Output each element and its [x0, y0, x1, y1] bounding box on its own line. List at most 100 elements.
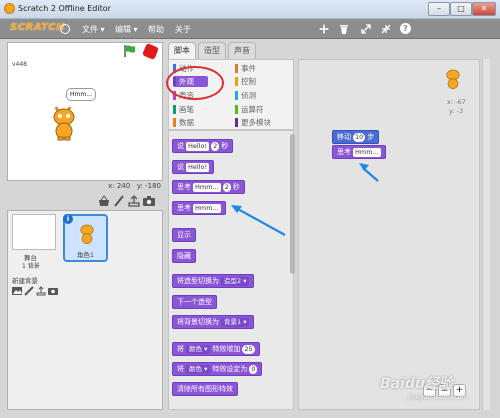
- change-effect-dropdown[interactable]: 颜色 ▾: [186, 344, 211, 354]
- switch-costume-value: 造型2: [224, 276, 242, 285]
- shrink-icon[interactable]: [380, 23, 392, 35]
- backdrop-upload-icon[interactable]: [36, 286, 46, 296]
- upload-icon[interactable]: [128, 195, 140, 207]
- set-effect-mid: 特效设定为: [212, 365, 248, 373]
- block-change-effect[interactable]: 将 颜色 ▾ 特效增加 25: [172, 342, 260, 356]
- maximize-button[interactable]: □: [450, 2, 472, 16]
- script-move-block[interactable]: 移动 10 步: [332, 130, 380, 144]
- close-button[interactable]: ✕: [472, 2, 496, 16]
- think-timed-label: 思考: [177, 183, 191, 191]
- block-switch-backdrop[interactable]: 将背景切换为 背景1 ▾: [172, 315, 255, 329]
- sprite-card[interactable]: i 角色1: [63, 214, 108, 262]
- think-timed-unit: 秒: [232, 183, 240, 191]
- set-effect-label: 将: [177, 365, 184, 373]
- menu-about[interactable]: 关于: [175, 24, 191, 35]
- x-value: 240: [116, 182, 131, 190]
- script-think-label: 思考: [337, 148, 351, 156]
- scratch-logo[interactable]: SCRATCH: [10, 22, 65, 33]
- menu-file-arrow: ▾: [100, 25, 105, 34]
- block-switch-costume[interactable]: 将造型切换为 造型2 ▾: [172, 274, 255, 288]
- say-text[interactable]: Hello!: [186, 162, 210, 172]
- set-effect-dropdown[interactable]: 颜色 ▾: [186, 364, 211, 374]
- category-operators[interactable]: 运算符: [235, 104, 264, 115]
- menu-help[interactable]: 帮助: [148, 24, 164, 35]
- block-show[interactable]: 显示: [172, 228, 196, 242]
- scripts-scrollbar[interactable]: [482, 59, 490, 410]
- script-think-block[interactable]: 思考 Hmm...: [332, 145, 386, 159]
- sprite-y: y: -3: [449, 107, 464, 115]
- speech-bubble: Hmm...: [66, 88, 96, 101]
- y-value: -180: [145, 182, 161, 190]
- block-think-timed[interactable]: 思考 Hmm... 2 秒: [172, 180, 245, 194]
- menu-edit[interactable]: 编辑 ▾: [115, 24, 138, 35]
- say-timed-unit: 秒: [221, 142, 229, 150]
- block-say[interactable]: 说 Hello!: [172, 160, 215, 174]
- delete-icon[interactable]: [338, 23, 350, 35]
- green-flag-icon[interactable]: [123, 44, 137, 58]
- grow-icon[interactable]: [360, 23, 372, 35]
- tab-costumes[interactable]: 造型: [198, 42, 226, 59]
- paint-brush-icon[interactable]: [113, 195, 125, 207]
- think-timed-secs[interactable]: 2: [222, 182, 231, 192]
- watermark-url: jingyan.baidu.com: [408, 393, 468, 401]
- block-palette: 说 Hello! 2 秒 说 Hello! 思考 Hmm... 2 秒 思考 H…: [168, 130, 294, 410]
- title-bar: Scratch 2 Offline Editor – □ ✕: [0, 0, 500, 19]
- change-effect-value[interactable]: 25: [242, 344, 255, 354]
- backdrop-library-icon[interactable]: [12, 286, 22, 296]
- block-say-timed[interactable]: 说 Hello! 2 秒: [172, 139, 234, 153]
- sprite-pane: 舞台 1 背景 新建背景 i 角色1: [7, 210, 163, 410]
- tab-sounds[interactable]: 声音: [228, 42, 256, 59]
- change-effect-mid: 特效增加: [212, 345, 241, 353]
- minimize-button[interactable]: –: [428, 2, 450, 16]
- think-text[interactable]: Hmm...: [193, 203, 221, 213]
- switch-costume-dropdown[interactable]: 造型2 ▾: [221, 276, 250, 286]
- block-clear-effects[interactable]: 清除所有图形特效: [172, 382, 238, 396]
- window-title: Scratch 2 Offline Editor: [18, 4, 111, 13]
- duplicate-icon[interactable]: [318, 23, 330, 35]
- scripts-area[interactable]: x: -67 y: -3 移动 10 步 思考 Hmm... − = +: [298, 59, 480, 410]
- category-control[interactable]: 控制: [235, 76, 256, 87]
- backdrop-count: 1 背景: [22, 263, 40, 270]
- move-value[interactable]: 10: [353, 132, 366, 142]
- category-data[interactable]: 数据: [173, 117, 194, 128]
- think-label: 思考: [177, 204, 191, 212]
- say-timed-text[interactable]: Hello!: [186, 141, 210, 151]
- globe-icon[interactable]: [60, 24, 70, 34]
- set-effect-value[interactable]: 0: [249, 364, 258, 374]
- annotation-blue-arrow-scripts: [359, 163, 379, 182]
- sprite-library-icon[interactable]: [98, 195, 110, 207]
- speech-bubble-text: Hmm...: [70, 91, 92, 98]
- y-label: y:: [136, 182, 143, 190]
- tab-scripts[interactable]: 脚本: [168, 42, 196, 59]
- block-hide[interactable]: 隐藏: [172, 249, 196, 263]
- category-events[interactable]: 事件: [235, 63, 256, 74]
- switch-costume-label: 将造型切换为: [177, 277, 219, 285]
- block-next-costume[interactable]: 下一个造型: [172, 295, 217, 309]
- info-icon[interactable]: i: [63, 214, 73, 224]
- block-think[interactable]: 思考 Hmm...: [172, 201, 226, 215]
- script-think-text[interactable]: Hmm...: [353, 147, 381, 157]
- category-sensing[interactable]: 侦测: [235, 90, 256, 101]
- category-more-blocks[interactable]: 更多模块: [235, 117, 271, 128]
- cat-sprite[interactable]: [48, 103, 80, 141]
- switch-backdrop-label: 将背景切换为: [177, 318, 219, 326]
- menu-edit-arrow: ▾: [133, 25, 138, 34]
- category-pen[interactable]: 画笔: [173, 104, 194, 115]
- menu-file[interactable]: 文件 ▾: [82, 24, 105, 35]
- think-timed-text[interactable]: Hmm...: [193, 182, 221, 192]
- palette-scrollbar[interactable]: [290, 134, 295, 274]
- new-backdrop-tools: [12, 286, 62, 296]
- change-effect-label: 将: [177, 345, 184, 353]
- stage[interactable]: v448 Hmm...: [7, 42, 163, 181]
- switch-backdrop-dropdown[interactable]: 背景1 ▾: [221, 317, 250, 327]
- help-icon[interactable]: ?: [400, 23, 411, 34]
- annotation-blue-arrow-palette: [231, 205, 286, 236]
- backdrop-camera-icon[interactable]: [48, 287, 58, 295]
- annotation-red-circle: [166, 66, 224, 100]
- app-cat-icon: [4, 3, 15, 14]
- backdrop-paint-icon[interactable]: [24, 286, 34, 296]
- say-timed-secs[interactable]: 2: [211, 141, 220, 151]
- camera-icon[interactable]: [143, 196, 155, 206]
- block-set-effect[interactable]: 将 颜色 ▾ 特效设定为 0: [172, 362, 263, 376]
- stage-thumbnail[interactable]: [12, 214, 56, 250]
